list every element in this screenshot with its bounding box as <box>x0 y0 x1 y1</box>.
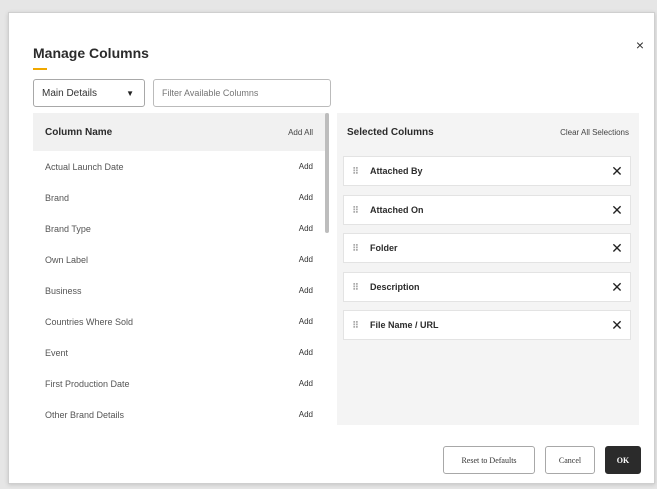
list-item: Own Label Add <box>33 244 329 275</box>
column-label: Countries Where Sold <box>45 316 134 327</box>
add-column-button[interactable]: Add <box>299 379 317 388</box>
available-columns-header: Column Name Add All <box>33 113 329 151</box>
add-column-button[interactable]: Add <box>299 162 317 171</box>
selected-item-label: Attached By <box>370 166 423 176</box>
reset-to-defaults-button[interactable]: Reset to Defaults <box>443 446 535 474</box>
column-label: First Production Date <box>45 378 130 389</box>
remove-icon[interactable]: ✕ <box>604 240 630 257</box>
available-columns-panel: Column Name Add All Actual Launch Date Ad… <box>33 113 329 425</box>
column-label: Brand Type <box>45 223 91 234</box>
dialog-title: Manage Columns <box>33 45 149 61</box>
title-accent <box>33 68 47 70</box>
remove-icon[interactable]: ✕ <box>604 279 630 296</box>
selected-columns-header: Selected Columns Clear All Selections <box>337 113 639 151</box>
selected-item[interactable]: ⠿ Folder ✕ <box>343 233 631 263</box>
list-item: Brand Type Add <box>33 213 329 244</box>
column-name-heading: Column Name <box>45 126 113 138</box>
drag-handle-icon[interactable]: ⠿ <box>344 320 366 331</box>
list-item: Countries Where Sold Add <box>33 306 329 337</box>
available-list-scrollbar[interactable] <box>325 113 329 233</box>
list-item: First Production Date Add <box>33 368 329 399</box>
column-label: Actual Launch Date <box>45 161 124 172</box>
drag-handle-icon[interactable]: ⠿ <box>344 205 366 216</box>
drag-handle-icon[interactable]: ⠿ <box>344 166 366 177</box>
column-label: Brand <box>45 192 70 203</box>
add-all-button[interactable]: Add All <box>288 128 317 137</box>
ok-button[interactable]: OK <box>605 446 641 474</box>
column-group-value: Main Details <box>42 87 98 99</box>
add-column-button[interactable]: Add <box>299 410 317 419</box>
list-item: Other Brand Details Add <box>33 399 329 425</box>
column-label: Other Brand Details <box>45 409 125 420</box>
selected-item[interactable]: ⠿ Attached On ✕ <box>343 195 631 225</box>
selected-columns-panel: Selected Columns Clear All Selections ⠿ … <box>337 113 639 425</box>
list-item: Event Add <box>33 337 329 368</box>
selected-item[interactable]: ⠿ File Name / URL ✕ <box>343 310 631 340</box>
column-group-select[interactable]: Main Details ▼ <box>33 79 145 107</box>
selected-item-label: Attached On <box>370 205 424 215</box>
add-column-button[interactable]: Add <box>299 255 317 264</box>
cancel-button[interactable]: Cancel <box>545 446 595 474</box>
remove-icon[interactable]: ✕ <box>604 317 630 334</box>
clear-all-selections-button[interactable]: Clear All Selections <box>560 128 629 137</box>
selected-item-label: Description <box>370 282 420 292</box>
add-column-button[interactable]: Add <box>299 193 317 202</box>
column-label: Event <box>45 347 69 358</box>
add-column-button[interactable]: Add <box>299 348 317 357</box>
add-column-button[interactable]: Add <box>299 224 317 233</box>
remove-icon[interactable]: ✕ <box>604 202 630 219</box>
close-icon[interactable]: × <box>636 37 644 53</box>
selected-item[interactable]: ⠿ Description ✕ <box>343 272 631 302</box>
selected-item[interactable]: ⠿ Attached By ✕ <box>343 156 631 186</box>
add-column-button[interactable]: Add <box>299 317 317 326</box>
caret-down-icon: ▼ <box>126 89 134 98</box>
list-item: Actual Launch Date Add <box>33 151 329 182</box>
list-item: Business Add <box>33 275 329 306</box>
drag-handle-icon[interactable]: ⠿ <box>344 243 366 254</box>
selected-item-label: Folder <box>370 243 398 253</box>
selected-item-label: File Name / URL <box>370 320 439 330</box>
remove-icon[interactable]: ✕ <box>604 163 630 180</box>
list-item: Brand Add <box>33 182 329 213</box>
manage-columns-dialog: Manage Columns × Main Details ▼ Column N… <box>8 12 655 484</box>
column-label: Own Label <box>45 254 89 265</box>
filter-columns-input[interactable] <box>153 79 331 107</box>
add-column-button[interactable]: Add <box>299 286 317 295</box>
drag-handle-icon[interactable]: ⠿ <box>344 282 366 293</box>
column-label: Business <box>45 285 82 296</box>
selected-columns-heading: Selected Columns <box>347 126 434 138</box>
